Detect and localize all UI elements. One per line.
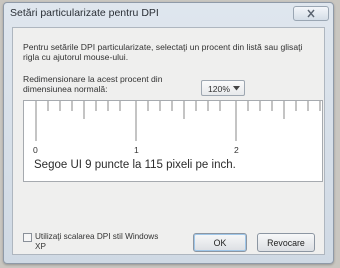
close-icon: [307, 9, 315, 18]
window-title: Setări particularizate pentru DPI: [10, 7, 159, 19]
chevron-down-icon: [233, 86, 240, 91]
ruler-label-0: 0: [33, 145, 38, 155]
cancel-button[interactable]: Revocare: [257, 233, 315, 252]
scale-label: Redimensionare la acest procent din dime…: [23, 74, 163, 94]
dpi-dialog: Setări particularizate pentru DPI Pentru…: [3, 2, 334, 264]
font-sample-text: Segoe UI 9 puncte la 115 pixeli pe inch.: [34, 159, 236, 171]
xp-scaling-option[interactable]: Utilizaţi scalarea DPI stil Windows XP: [23, 232, 173, 256]
xp-scaling-checkbox[interactable]: [23, 233, 32, 242]
scale-percent-value: 120%: [208, 84, 230, 94]
title-bar: Setări particularizate pentru DPI: [4, 3, 333, 25]
dpi-ruler[interactable]: 0 1 2 Segoe UI 9 puncte la 115 pixeli pe…: [23, 100, 323, 182]
intro-text: Pentru setările DPI particularizate, sel…: [23, 42, 303, 62]
close-button[interactable]: [293, 6, 329, 21]
xp-scaling-label: Utilizaţi scalarea DPI stil Windows XP: [35, 232, 159, 251]
ruler-label-2: 2: [234, 145, 239, 155]
scale-percent-dropdown[interactable]: 120%: [201, 80, 245, 96]
dialog-body: Pentru setările DPI particularizate, sel…: [12, 27, 325, 255]
ok-button[interactable]: OK: [193, 233, 247, 252]
ruler-label-1: 1: [134, 145, 139, 155]
